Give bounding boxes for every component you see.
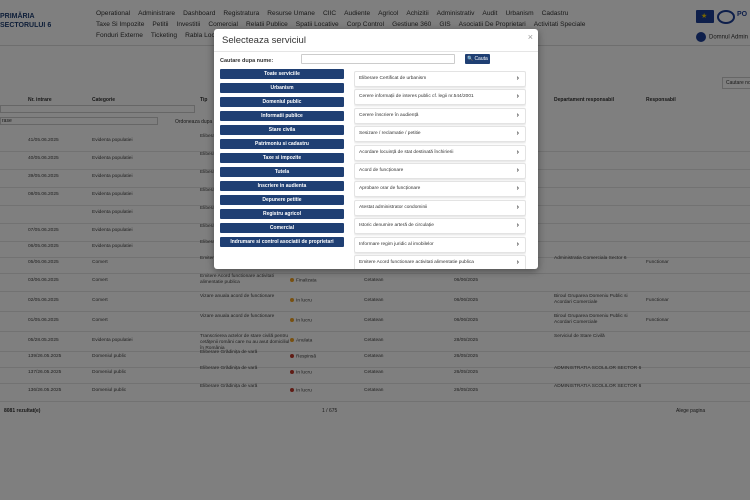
service-label: Informare regim juridic al imobilelor: [359, 241, 434, 247]
service-item[interactable]: Istoric denumire arteră de circulație ›: [354, 218, 526, 235]
chevron-right-icon: ›: [516, 222, 519, 230]
service-label: Cerere informații de interes public cf. …: [359, 94, 474, 100]
service-label: Acordare locuință de stat destinată înch…: [359, 149, 454, 155]
service-item[interactable]: Aprobare orar de funcționare ›: [354, 181, 526, 198]
category-button[interactable]: Indrumare si control asociatii de propri…: [220, 237, 344, 247]
chevron-right-icon: ›: [516, 148, 519, 156]
chevron-right-icon: ›: [516, 130, 519, 138]
category-button[interactable]: Domeniul public: [220, 97, 344, 107]
category-button[interactable]: Stare civila: [220, 125, 344, 135]
modal-title: Selecteaza serviciul: [222, 35, 306, 46]
service-label: Aprobare orar de funcționare: [359, 186, 421, 192]
service-item[interactable]: Sesizare / reclamatie / petitie ›: [354, 126, 526, 143]
category-button[interactable]: Patrimoniu si cadastru: [220, 139, 344, 149]
service-item[interactable]: Eliberare Certificat de urbanism ›: [354, 71, 526, 87]
service-item[interactable]: Atestat administrator condominii ›: [354, 199, 526, 216]
category-list: Toate serviciile Urbanism Domeniul public I…: [220, 69, 344, 251]
category-button[interactable]: Registru agricol: [220, 209, 344, 219]
close-icon[interactable]: ×: [528, 32, 533, 42]
search-button[interactable]: 🔍 Cauta: [465, 54, 490, 64]
service-item[interactable]: Acord de funcționare ›: [354, 162, 526, 179]
chevron-right-icon: ›: [516, 93, 519, 101]
service-label: Istoric denumire arteră de circulație: [359, 223, 434, 229]
chevron-right-icon: ›: [516, 240, 519, 248]
category-button[interactable]: Taxe si impozite: [220, 153, 344, 163]
service-label: Cerere înscriere în audiență: [359, 112, 419, 118]
chevron-right-icon: ›: [516, 203, 519, 211]
modal-divider: [214, 51, 538, 52]
service-item[interactable]: Cerere informații de interes public cf. …: [354, 89, 526, 106]
service-label: Acord de funcționare: [359, 167, 404, 173]
chevron-right-icon: ›: [516, 75, 519, 82]
search-button-label: Cauta: [474, 56, 488, 62]
category-button[interactable]: Informatii publice: [220, 111, 344, 121]
chevron-right-icon: ›: [516, 185, 519, 193]
service-item[interactable]: Cerere înscriere în audiență ›: [354, 107, 526, 124]
category-button[interactable]: Tutela: [220, 167, 344, 177]
service-label: Eliberare Certificat de urbanism: [359, 76, 427, 81]
category-button[interactable]: Urbanism: [220, 83, 344, 93]
service-item[interactable]: Acordare locuință de stat destinată înch…: [354, 144, 526, 161]
category-button[interactable]: Depunere petitie: [220, 195, 344, 205]
service-item[interactable]: Informare regim juridic al imobilelor ›: [354, 236, 526, 253]
chevron-right-icon: ›: [516, 258, 519, 266]
category-button[interactable]: Inscriere in audienta: [220, 181, 344, 191]
service-label: Atestat administrator condominii: [359, 204, 428, 210]
service-label: Emitere Acord functionare activitati ali…: [359, 259, 474, 265]
search-icon: 🔍: [467, 56, 474, 62]
search-label: Cautare dupa nume:: [220, 58, 274, 64]
category-button[interactable]: Toate serviciile: [220, 69, 344, 79]
chevron-right-icon: ›: [516, 111, 519, 119]
service-item[interactable]: Emitere Acord functionare activitati ali…: [354, 254, 526, 269]
chevron-right-icon: ›: [516, 166, 519, 174]
select-service-modal: Selecteaza serviciul × Cautare dupa nume…: [214, 29, 538, 269]
search-input[interactable]: [301, 54, 455, 64]
service-list: Eliberare Certificat de urbanism › Cerere …: [354, 71, 526, 269]
service-label: Sesizare / reclamatie / petitie: [359, 131, 421, 137]
category-button[interactable]: Comercial: [220, 223, 344, 233]
